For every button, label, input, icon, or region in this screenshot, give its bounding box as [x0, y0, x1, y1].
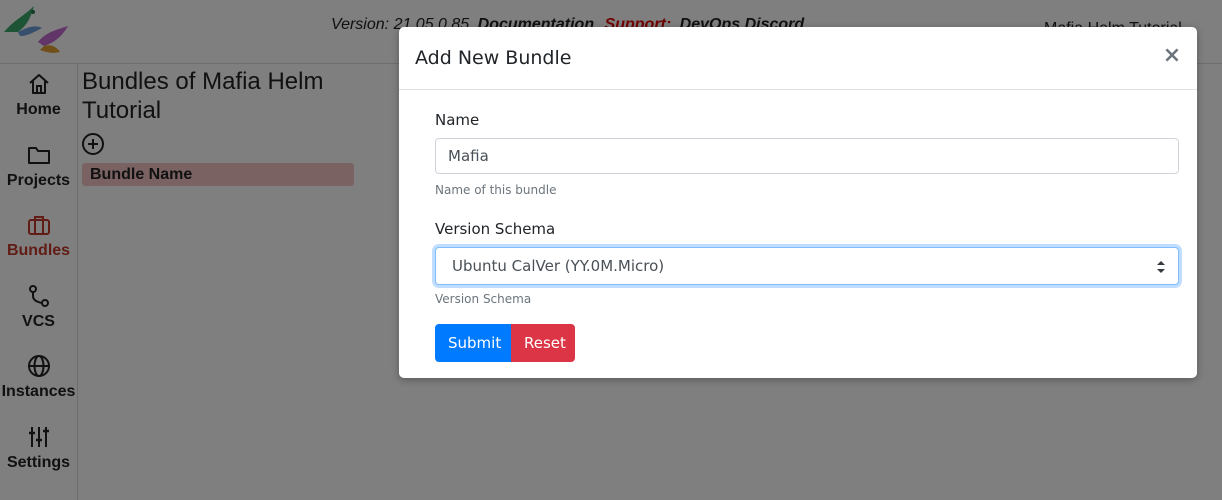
close-icon[interactable]: × [1161, 45, 1183, 67]
modal-title: Add New Bundle [415, 47, 572, 69]
modal-header: Add New Bundle × [399, 27, 1197, 90]
add-bundle-modal: Add New Bundle × Name Mafia Name of this… [399, 27, 1197, 378]
name-help-text: Name of this bundle [435, 183, 557, 197]
version-schema-select[interactable]: Ubuntu CalVer (YY.0M.Micro) [435, 247, 1179, 285]
name-field[interactable]: Mafia [435, 138, 1179, 174]
select-caret-icon [1157, 261, 1165, 273]
version-schema-selected: Ubuntu CalVer (YY.0M.Micro) [452, 257, 665, 275]
name-label: Name [435, 111, 480, 129]
reset-button[interactable]: Reset [511, 324, 575, 362]
submit-button[interactable]: Submit [435, 324, 511, 362]
version-schema-help-text: Version Schema [435, 292, 532, 306]
version-schema-label: Version Schema [435, 220, 556, 238]
